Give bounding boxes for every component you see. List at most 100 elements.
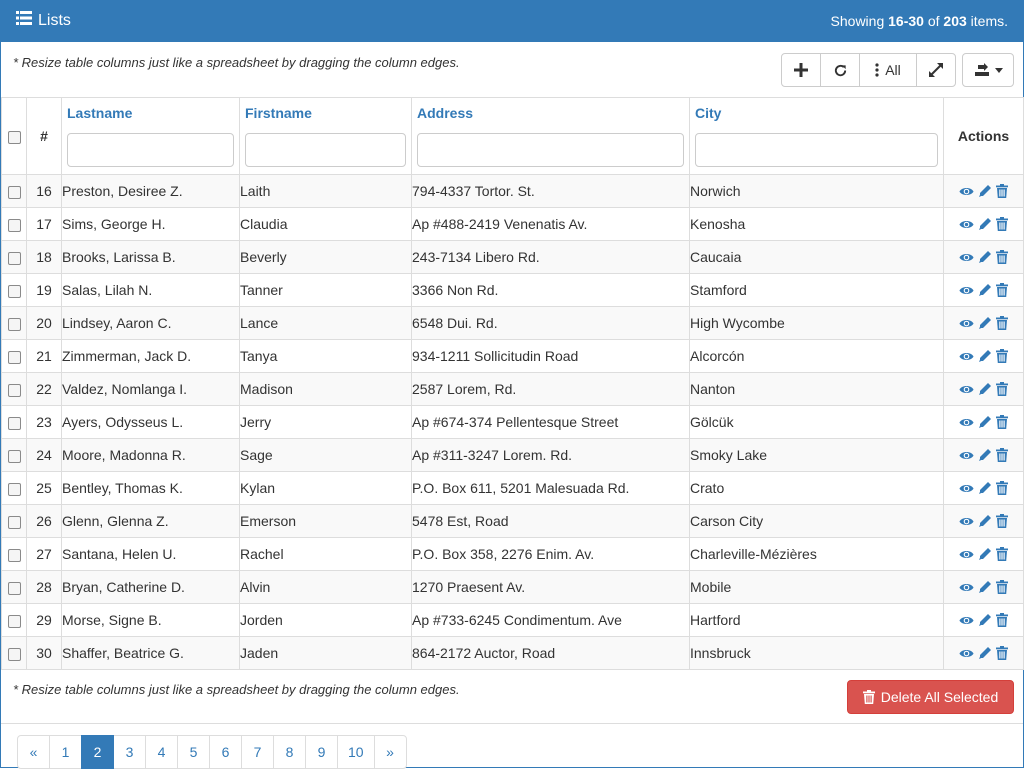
edit-button[interactable]	[978, 382, 992, 396]
column-header-address: Address	[411, 97, 690, 175]
row-checkbox[interactable]	[7, 284, 21, 298]
row-checkbox[interactable]	[7, 482, 21, 496]
delete-button[interactable]	[996, 547, 1008, 561]
edit-button[interactable]	[978, 415, 992, 429]
city-header-label[interactable]: City	[690, 98, 943, 128]
address-filter-input[interactable]	[417, 133, 684, 167]
view-button[interactable]	[959, 384, 974, 395]
view-icon	[959, 583, 974, 591]
edit-button[interactable]	[978, 283, 992, 297]
row-actions	[943, 405, 1024, 439]
row-checkbox[interactable]	[7, 350, 21, 364]
firstname-header-label[interactable]: Firstname	[240, 98, 411, 128]
delete-button[interactable]	[996, 415, 1008, 429]
delete-button[interactable]	[996, 250, 1008, 264]
row-checkbox[interactable]	[7, 383, 21, 397]
edit-button[interactable]	[978, 316, 992, 330]
row-checkbox[interactable]	[7, 581, 21, 595]
view-button[interactable]	[959, 450, 974, 461]
delete-button[interactable]	[996, 646, 1008, 660]
pagination-page-button[interactable]: 4	[145, 735, 178, 769]
view-button[interactable]	[959, 516, 974, 527]
view-button[interactable]	[959, 582, 974, 593]
delete-button[interactable]	[996, 316, 1008, 330]
pagination-prev-button[interactable]: «	[17, 735, 50, 769]
delete-button[interactable]	[996, 481, 1008, 495]
edit-button[interactable]	[978, 481, 992, 495]
row-checkbox[interactable]	[7, 218, 21, 232]
delete-all-selected-button[interactable]: Delete All Selected	[847, 680, 1014, 714]
row-actions	[943, 570, 1024, 604]
add-button[interactable]	[781, 53, 821, 87]
columns-toggle-button[interactable]: All	[859, 53, 917, 87]
lastname-header-label[interactable]: Lastname	[62, 98, 239, 128]
view-button[interactable]	[959, 615, 974, 626]
view-button[interactable]	[959, 219, 974, 230]
view-button[interactable]	[959, 285, 974, 296]
row-checkbox[interactable]	[7, 449, 21, 463]
refresh-button[interactable]	[820, 53, 860, 87]
row-checkbox[interactable]	[7, 515, 21, 529]
city-filter-input[interactable]	[695, 133, 938, 167]
view-button[interactable]	[959, 252, 974, 263]
delete-button[interactable]	[996, 448, 1008, 462]
delete-button[interactable]	[996, 514, 1008, 528]
pagination-page-button[interactable]: 9	[305, 735, 338, 769]
row-checkbox[interactable]	[7, 185, 21, 199]
pagination: «1 2 3 4 5 6 7 8 9 10»	[17, 735, 407, 769]
edit-button[interactable]	[978, 217, 992, 231]
firstname-filter-input[interactable]	[245, 133, 406, 167]
edit-button[interactable]	[978, 448, 992, 462]
lastname-filter-input[interactable]	[67, 133, 234, 167]
address-header-label[interactable]: Address	[412, 98, 689, 128]
edit-button[interactable]	[978, 184, 992, 198]
delete-button[interactable]	[996, 283, 1008, 297]
pagination-page-button[interactable]: 1	[49, 735, 82, 769]
row-checkbox[interactable]	[7, 416, 21, 430]
row-checkbox[interactable]	[7, 317, 21, 331]
select-all-checkbox[interactable]	[7, 130, 21, 144]
delete-button[interactable]	[996, 217, 1008, 231]
view-button[interactable]	[959, 318, 974, 329]
row-firstname: Kylan	[239, 471, 412, 505]
row-city: Innsbruck	[689, 636, 944, 670]
edit-button[interactable]	[978, 646, 992, 660]
delete-button[interactable]	[996, 382, 1008, 396]
delete-button[interactable]	[996, 613, 1008, 627]
row-actions	[943, 504, 1024, 538]
row-checkbox[interactable]	[7, 548, 21, 562]
edit-button[interactable]	[978, 514, 992, 528]
delete-icon	[996, 415, 1008, 429]
view-button[interactable]	[959, 417, 974, 428]
caret-down-icon	[994, 67, 1003, 73]
view-button[interactable]	[959, 186, 974, 197]
pagination-page-button[interactable]: 10	[337, 735, 375, 769]
delete-button[interactable]	[996, 349, 1008, 363]
view-button[interactable]	[959, 648, 974, 659]
pagination-page-button[interactable]: 7	[241, 735, 274, 769]
edit-button[interactable]	[978, 580, 992, 594]
edit-button[interactable]	[978, 349, 992, 363]
pagination-page-button[interactable]: 5	[177, 735, 210, 769]
table-row: 24 Moore, Madonna R. Sage Ap #311-3247 Lore…	[1, 438, 1024, 472]
view-button[interactable]	[959, 549, 974, 560]
pagination-page-button[interactable]: 6	[209, 735, 242, 769]
vertical-dots-icon	[875, 63, 879, 77]
pagination-page-button[interactable]: 8	[273, 735, 306, 769]
pagination-page-button[interactable]: 3	[113, 735, 146, 769]
edit-button[interactable]	[978, 613, 992, 627]
export-button[interactable]	[962, 53, 1014, 87]
edit-button[interactable]	[978, 547, 992, 561]
delete-button[interactable]	[996, 184, 1008, 198]
pagination-next-button[interactable]: »	[373, 735, 407, 769]
row-checkbox[interactable]	[7, 647, 21, 661]
view-button[interactable]	[959, 483, 974, 494]
edit-button[interactable]	[978, 250, 992, 264]
row-checkbox[interactable]	[7, 251, 21, 265]
delete-button[interactable]	[996, 580, 1008, 594]
panel-heading: Lists Showing 16-30 of 203 items.	[1, 1, 1023, 42]
view-button[interactable]	[959, 351, 974, 362]
row-checkbox[interactable]	[7, 614, 21, 628]
pagination-page-button[interactable]: 2	[81, 735, 114, 769]
fullscreen-button[interactable]	[916, 53, 956, 87]
